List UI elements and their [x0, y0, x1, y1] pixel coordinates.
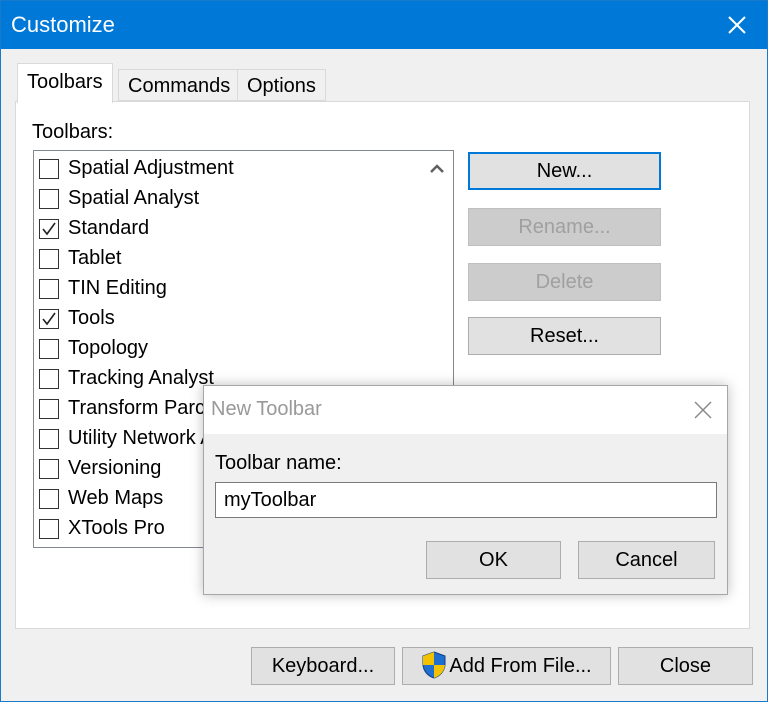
toolbar-checkbox[interactable]	[39, 219, 59, 239]
list-item-label: Tools	[68, 307, 115, 329]
close-button[interactable]: Close	[618, 647, 753, 685]
customize-window: Customize Toolbars Commands Options Tool…	[0, 0, 768, 702]
close-icon	[694, 401, 712, 419]
new-toolbar-button[interactable]: New...	[468, 152, 661, 190]
list-item[interactable]: Tools	[34, 304, 424, 334]
tab-commands[interactable]: Commands	[118, 69, 241, 101]
scroll-up-arrow-icon[interactable]	[421, 155, 453, 185]
title-bar[interactable]: Customize	[1, 1, 767, 49]
tab-toolbars[interactable]: Toolbars	[17, 63, 113, 103]
list-item[interactable]: Spatial Analyst	[34, 184, 424, 214]
list-item-label: Standard	[68, 217, 150, 239]
dialog-title-bar[interactable]: New Toolbar	[204, 386, 727, 434]
window-title: Customize	[11, 12, 115, 37]
toolbar-checkbox[interactable]	[39, 519, 59, 539]
tab-options[interactable]: Options	[237, 69, 326, 101]
rename-button[interactable]: Rename...	[468, 208, 661, 246]
list-item-label: Tablet	[68, 247, 122, 269]
list-item[interactable]: Topology	[34, 334, 424, 364]
list-item-label: Web Maps	[68, 487, 164, 509]
list-item[interactable]: Tablet	[34, 244, 424, 274]
uac-shield-icon	[422, 651, 446, 679]
toolbar-name-input[interactable]	[215, 482, 717, 518]
list-item-label: Spatial Adjustment	[68, 157, 234, 179]
reset-button[interactable]: Reset...	[468, 317, 661, 355]
add-from-file-button[interactable]: Add From File...	[402, 647, 611, 685]
toolbar-checkbox[interactable]	[39, 279, 59, 299]
new-toolbar-dialog: New Toolbar Toolbar name: OK Cancel	[203, 385, 728, 595]
keyboard-button[interactable]: Keyboard...	[251, 647, 395, 685]
list-item-label: TIN Editing	[68, 277, 167, 299]
list-item-label: XTools Pro	[68, 517, 165, 539]
toolbar-checkbox[interactable]	[39, 399, 59, 419]
toolbar-checkbox[interactable]	[39, 489, 59, 509]
cancel-button[interactable]: Cancel	[578, 541, 715, 579]
list-item-label: Topology	[68, 337, 149, 359]
ok-button[interactable]: OK	[426, 541, 561, 579]
toolbar-checkbox[interactable]	[39, 309, 59, 329]
list-item[interactable]: Standard	[34, 214, 424, 244]
window-close-button[interactable]	[707, 1, 767, 49]
toolbars-list-label: Toolbars:	[32, 121, 114, 143]
list-item[interactable]: Spatial Adjustment	[34, 154, 424, 184]
checkmark-icon	[42, 312, 56, 326]
delete-button[interactable]: Delete	[468, 263, 661, 301]
toolbar-checkbox[interactable]	[39, 159, 59, 179]
dialog-title: New Toolbar	[211, 398, 322, 420]
toolbar-checkbox[interactable]	[39, 249, 59, 269]
list-item-label: Tracking Analyst	[68, 367, 214, 389]
toolbar-name-label: Toolbar name:	[215, 452, 342, 474]
toolbar-checkbox[interactable]	[39, 339, 59, 359]
list-item-label: Versioning	[68, 457, 162, 479]
toolbar-checkbox[interactable]	[39, 429, 59, 449]
toolbar-checkbox[interactable]	[39, 189, 59, 209]
list-item-label: Spatial Analyst	[68, 187, 200, 209]
list-item[interactable]: TIN Editing	[34, 274, 424, 304]
add-from-file-label: Add From File...	[449, 655, 592, 677]
dialog-close-button[interactable]	[689, 396, 717, 424]
close-icon	[728, 16, 746, 34]
toolbar-checkbox[interactable]	[39, 459, 59, 479]
checkmark-icon	[42, 222, 56, 236]
toolbar-checkbox[interactable]	[39, 369, 59, 389]
